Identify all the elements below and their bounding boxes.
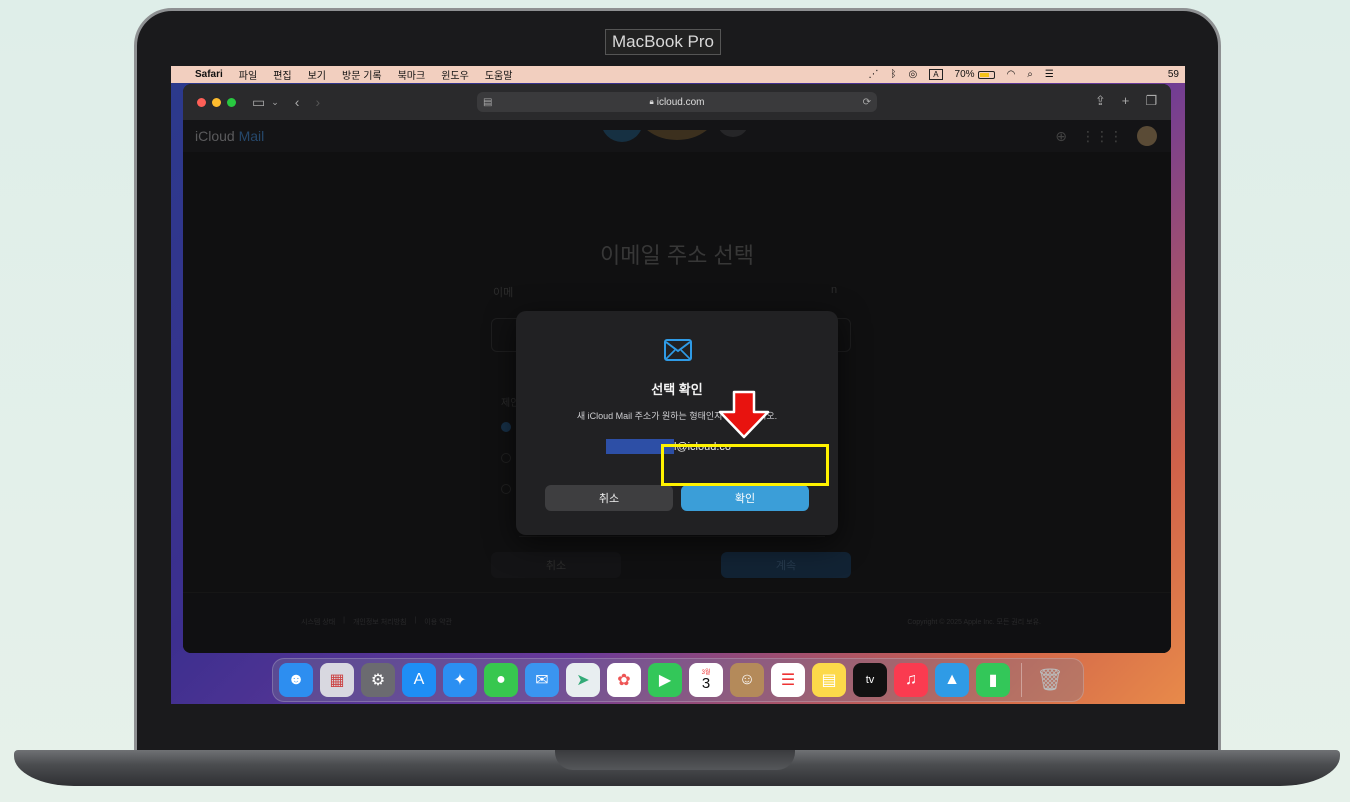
toolbar-right: ⇪ + ❐ [1095,93,1157,109]
menu-bar: Safari 파일 편집 보기 방문 기록 북마크 윈도우 도움말 ⋰ ᛒ ◎ … [171,66,1185,83]
dialog-title: 선택 확인 [651,382,703,397]
settings-icon[interactable]: ⚙ [361,663,395,697]
tabs-overview-icon[interactable]: ❐ [1145,93,1157,109]
icloud-page: iCloud Mail ⊕ ⋮⋮⋮ 이메일 주소 선택 이메 n 제안 취소 계… [183,120,1171,653]
safari-icon[interactable]: ✦ [443,663,477,697]
url-text: icloud.com [656,96,705,108]
airdrop-icon[interactable]: ◎ [908,69,917,80]
new-tab-icon[interactable]: + [1122,93,1130,109]
back-icon[interactable]: ‹ [295,94,300,110]
mail-app-icon[interactable]: ✉ [525,663,559,697]
maps-icon[interactable]: ➤ [566,663,600,697]
device-label: MacBook Pro [605,29,721,55]
trash-icon[interactable]: 🗑︎ [1033,663,1067,697]
window-controls [197,97,236,107]
messages-icon[interactable]: ● [484,663,518,697]
safari-toolbar: ▭ ⌄ ‹ › ▤ 🔒︎ icloud.com ⟳ ⇪ + ❐ [183,84,1171,120]
address-bar[interactable]: ▤ 🔒︎ icloud.com ⟳ [477,92,877,112]
numbers-icon[interactable]: ▮ [976,663,1010,697]
menu-file[interactable]: 파일 [231,67,265,82]
forward-icon[interactable]: › [315,94,320,110]
facetime-icon[interactable]: ▶ [648,663,682,697]
bluetooth-icon[interactable]: ᛒ [890,69,896,80]
menu-help[interactable]: 도움말 [477,67,521,82]
dock-separator [1021,663,1022,697]
mail-icon [664,339,692,361]
sidebar-icon[interactable]: ▭ [252,94,265,111]
spotlight-icon[interactable]: ⌕ [1027,69,1033,80]
confirm-button[interactable]: 확인 [681,485,809,511]
app-store-icon[interactable]: A [402,663,436,697]
menu-extras: ⋰ ᛒ ◎ A 70% ◠ ⌕ ☰ 59 [868,69,1185,80]
launchpad-icon[interactable]: ▦ [320,663,354,697]
fullscreen-icon[interactable] [227,97,236,107]
dock: ☻ ▦ ⚙ A ✦ ● ✉ ➤ ✿ ▶ 3월 3 ☺ ☰ ▤ tv ♫ ▲ ▮ … [272,658,1084,702]
menu-edit[interactable]: 편집 [265,67,299,82]
menu-history[interactable]: 방문 기록 [334,67,390,82]
minimize-icon[interactable] [212,97,221,107]
apple-tv-icon[interactable]: tv [853,663,887,697]
page-menu-icon[interactable]: ▤ [483,97,492,108]
cancel-button[interactable]: 취소 [545,485,673,511]
highlight-box [661,444,829,486]
safari-window: ▭ ⌄ ‹ › ▤ 🔒︎ icloud.com ⟳ ⇪ + ❐ iCloud M… [183,84,1171,653]
close-icon[interactable] [197,97,206,107]
macbook-hinge [555,750,795,770]
battery-status[interactable]: 70% [955,69,995,80]
wifi-icon[interactable]: ◠ [1007,69,1016,80]
red-arrow-icon [718,390,770,439]
calendar-icon[interactable]: 3월 3 [689,663,723,697]
contacts-icon[interactable]: ☺ [730,663,764,697]
menu-window[interactable]: 윈도우 [433,67,477,82]
keynote-icon[interactable]: ▲ [935,663,969,697]
menu-view[interactable]: 보기 [300,67,334,82]
finder-icon[interactable]: ☻ [279,663,313,697]
photos-icon[interactable]: ✿ [607,663,641,697]
lock-icon: 🔒︎ [649,97,654,106]
clock[interactable]: 59 [1168,69,1179,80]
menu-bookmarks[interactable]: 북마크 [390,67,434,82]
battery-percent: 70% [954,69,975,80]
menu-app-name[interactable]: Safari [187,69,231,80]
screen: Safari 파일 편집 보기 방문 기록 북마크 윈도우 도움말 ⋰ ᛒ ◎ … [171,66,1185,704]
battery-icon [977,70,995,79]
reminders-icon[interactable]: ☰ [771,663,805,697]
chevron-down-icon[interactable]: ⌄ [271,97,279,108]
reload-icon[interactable]: ⟳ [863,97,871,108]
notes-icon[interactable]: ▤ [812,663,846,697]
dialog-description: 새 iCloud Mail 주소가 원하는 형태인지 확인하십시오. [576,411,778,421]
input-source-icon[interactable]: A [929,69,943,80]
share-icon[interactable]: ⇪ [1095,93,1106,109]
dots-icon[interactable]: ⋰ [868,69,878,80]
music-icon[interactable]: ♫ [894,663,928,697]
confirm-dialog: 선택 확인 새 iCloud Mail 주소가 원하는 형태인지 확인하십시오.… [516,311,838,535]
control-center-icon[interactable]: ☰ [1045,69,1054,80]
